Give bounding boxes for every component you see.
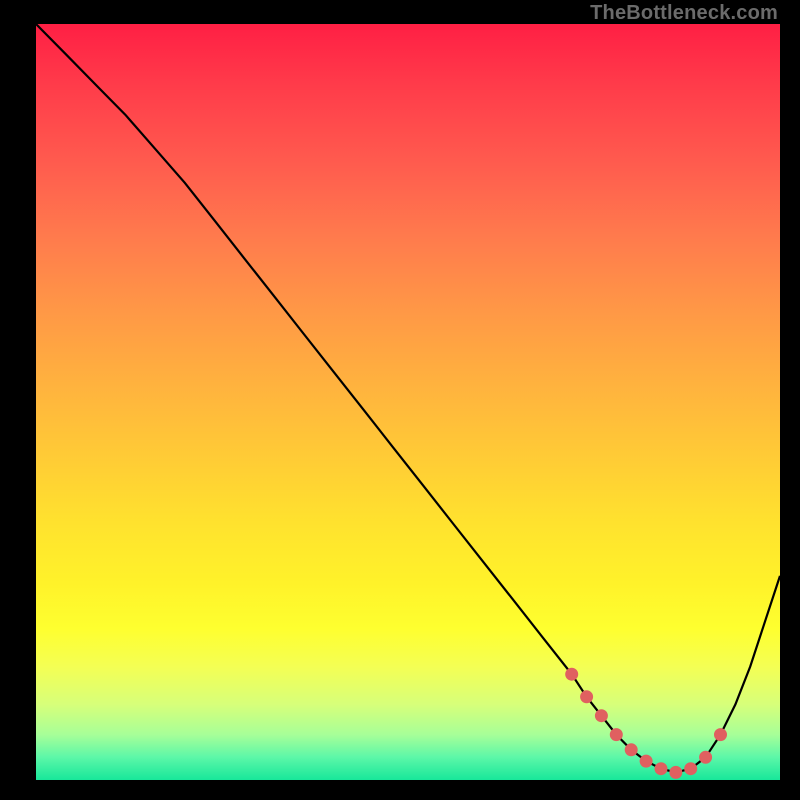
marker-point — [700, 751, 712, 763]
marker-point — [566, 668, 578, 680]
marker-point — [640, 755, 652, 767]
marker-point — [581, 691, 593, 703]
chart-frame: TheBottleneck.com — [0, 0, 800, 800]
marker-point — [655, 763, 667, 775]
marker-point — [715, 729, 727, 741]
series-line — [36, 24, 780, 772]
marker-point — [670, 766, 682, 778]
marker-point — [685, 763, 697, 775]
marker-point — [610, 729, 622, 741]
marker-point — [595, 710, 607, 722]
marker-point — [625, 744, 637, 756]
chart-curve — [0, 0, 800, 800]
